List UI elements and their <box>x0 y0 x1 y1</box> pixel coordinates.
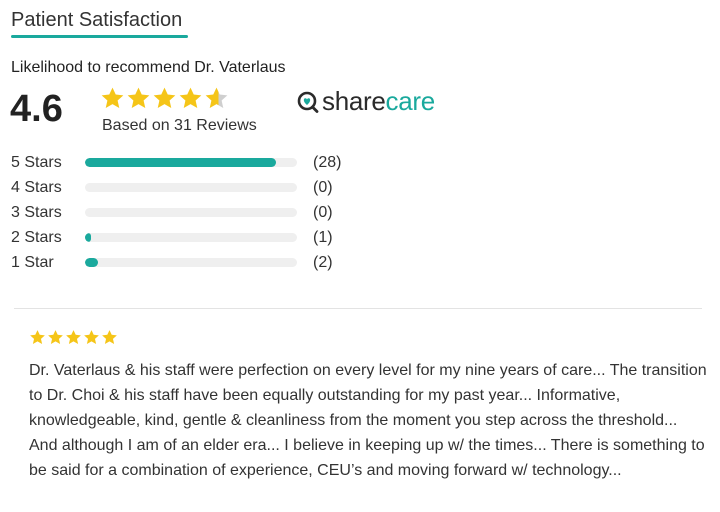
star-icon <box>153 87 176 108</box>
rating-bar-track <box>85 158 297 167</box>
star-icon <box>102 330 117 344</box>
rating-row-label: 4 Stars <box>11 178 62 196</box>
sharecare-heart-icon <box>297 91 319 113</box>
rating-row-4[interactable]: 4 Stars (0) <box>11 175 371 200</box>
rating-bar-fill <box>85 258 98 267</box>
rating-row-label: 5 Stars <box>11 153 62 171</box>
rating-row-label: 2 Stars <box>11 228 62 246</box>
rating-row-label: 3 Stars <box>11 203 62 221</box>
rating-row-1[interactable]: 1 Star (2) <box>11 250 371 275</box>
rating-row-count: (28) <box>313 153 342 171</box>
rating-row-5[interactable]: 5 Stars (28) <box>11 150 371 175</box>
star-icon <box>30 330 45 344</box>
rating-row-3[interactable]: 3 Stars (0) <box>11 200 371 225</box>
title-underline <box>11 35 188 38</box>
brand-name-part2: care <box>385 86 436 116</box>
review-count-text: Based on 31 Reviews <box>102 117 257 134</box>
star-icon <box>101 87 124 108</box>
rating-row-count: (1) <box>313 228 333 246</box>
rating-row-label: 1 Star <box>11 253 54 271</box>
section-title: Patient Satisfaction <box>11 9 183 31</box>
star-icon <box>48 330 63 344</box>
rating-bar-track <box>85 258 297 267</box>
sharecare-wordmark: sharecare <box>322 86 435 117</box>
review-star-rating <box>29 329 118 346</box>
star-icon <box>127 87 150 108</box>
sharecare-logo[interactable]: sharecare <box>296 86 435 117</box>
section-divider <box>14 308 702 309</box>
star-icon <box>84 330 99 344</box>
rating-row-count: (2) <box>313 253 333 271</box>
rating-row-count: (0) <box>313 203 333 221</box>
average-star-rating <box>100 86 229 111</box>
average-rating: 4.6 <box>10 88 63 130</box>
star-icon <box>179 87 202 108</box>
rating-breakdown: 5 Stars (28) 4 Stars (0) 3 Stars (0) 2 S… <box>11 150 371 275</box>
rating-bar-track <box>85 208 297 217</box>
rating-bar-track <box>85 183 297 192</box>
rating-row-count: (0) <box>313 178 333 196</box>
review-text: Dr. Vaterlaus & his staff were perfectio… <box>29 362 707 479</box>
rating-bar-fill <box>85 158 276 167</box>
rating-bar-fill <box>85 233 92 242</box>
brand-name-part1: share <box>322 86 386 116</box>
recommend-label: Likelihood to recommend Dr. Vaterlaus <box>11 59 286 76</box>
rating-bar-track <box>85 233 297 242</box>
star-icon <box>66 330 81 344</box>
rating-row-2[interactable]: 2 Stars (1) <box>11 225 371 250</box>
star-icon <box>205 87 228 108</box>
